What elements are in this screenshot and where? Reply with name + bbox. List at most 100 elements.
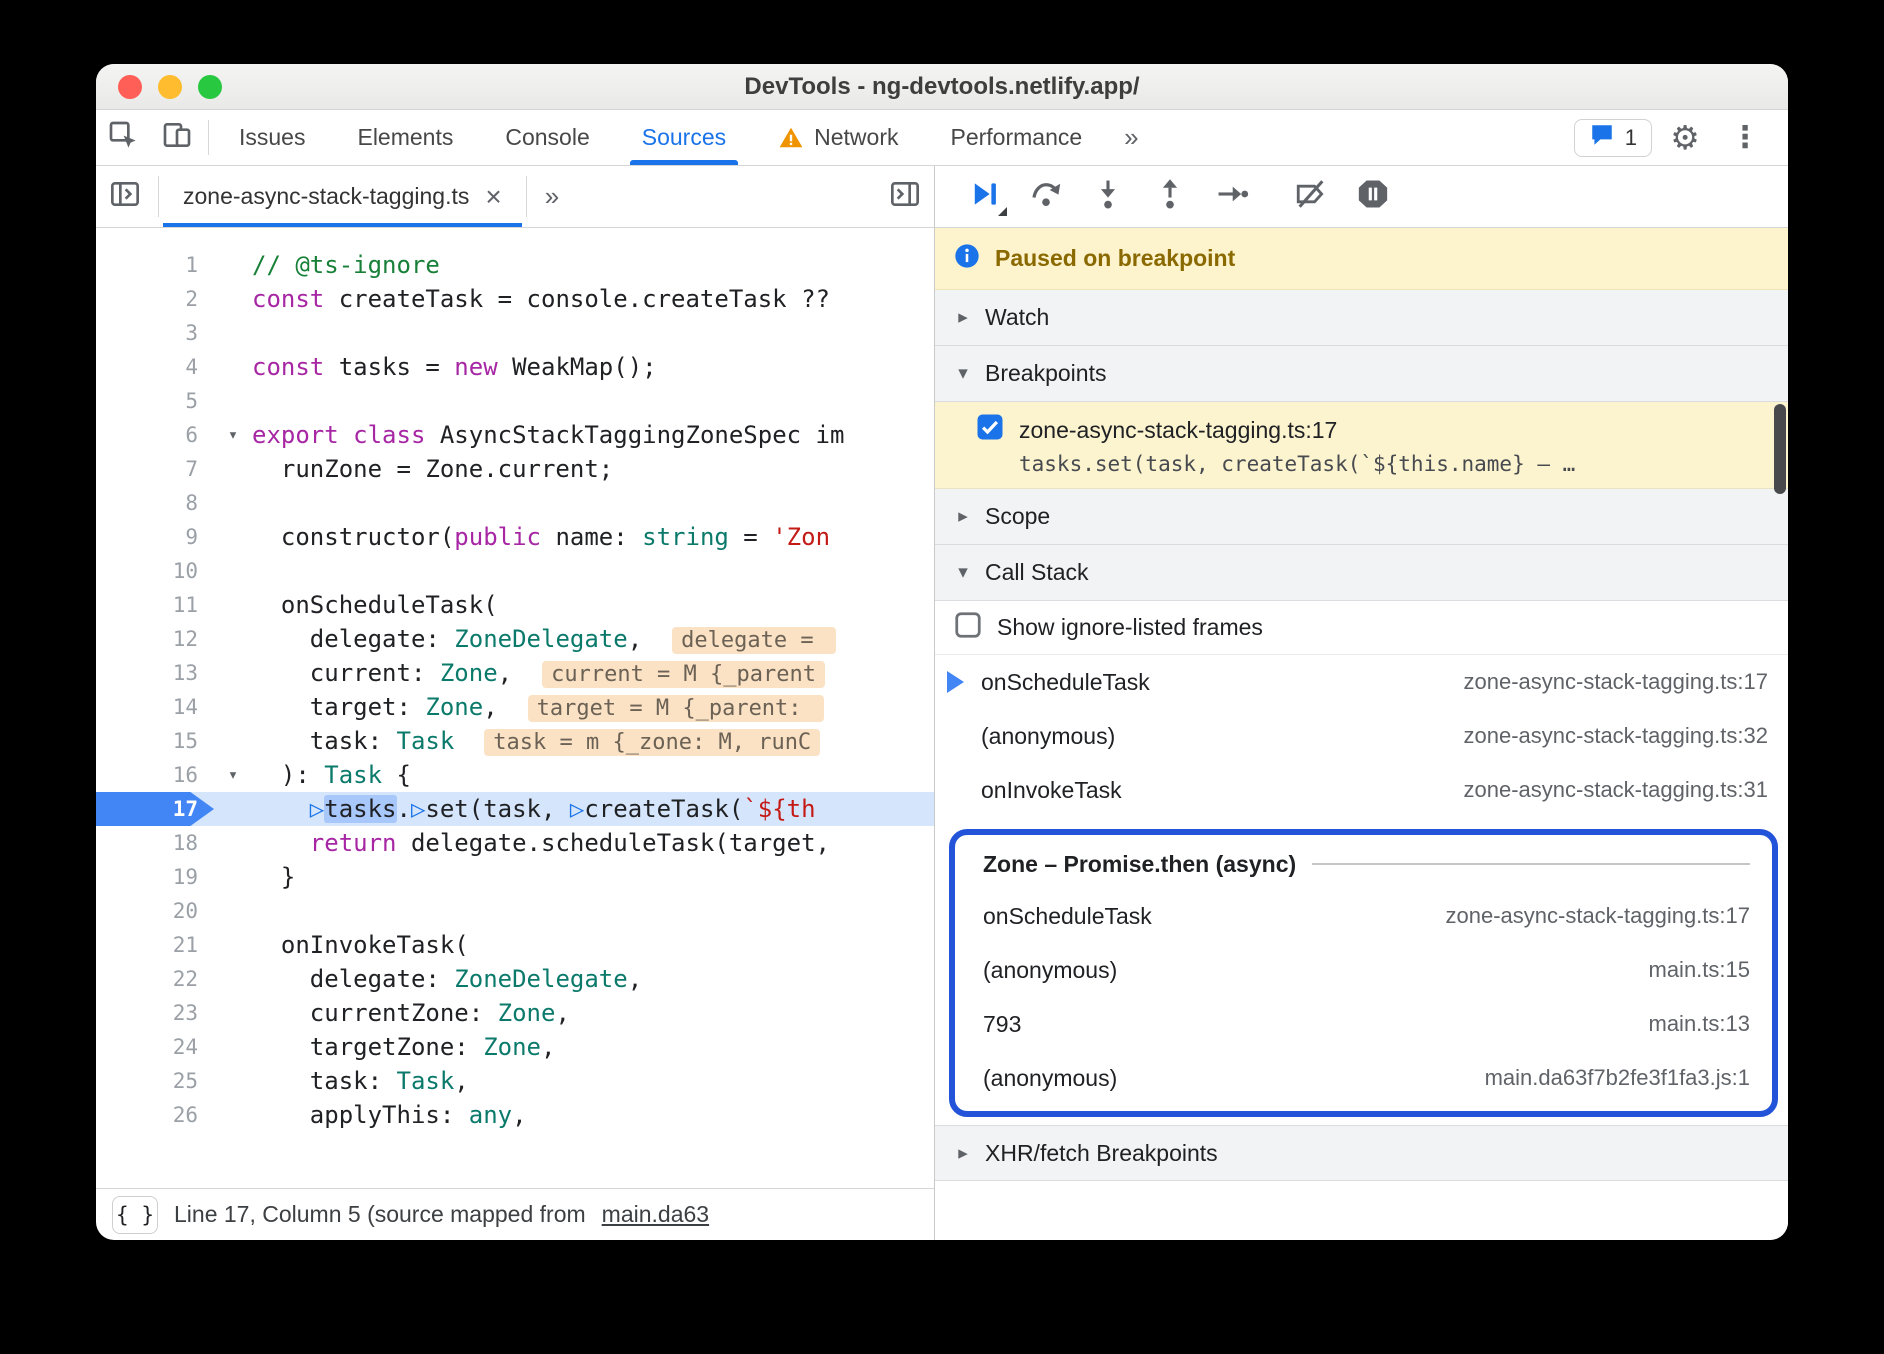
step-over-button[interactable]	[1019, 174, 1073, 220]
inspect-element-button[interactable]	[96, 110, 150, 165]
file-tab[interactable]: zone-async-stack-tagging.ts ×	[163, 166, 522, 227]
deactivate-breakpoints-button[interactable]	[1284, 174, 1338, 220]
navigator-toggle-button[interactable]	[96, 166, 154, 227]
line-number[interactable]: 20	[96, 894, 214, 928]
fold-spacer	[214, 588, 252, 622]
code-text	[252, 894, 934, 928]
code-line-7: 7 runZone = Zone.current;	[96, 452, 934, 486]
stack-frame[interactable]: (anonymous)main.ts:15	[955, 943, 1772, 997]
line-number[interactable]: 21	[96, 928, 214, 962]
line-number[interactable]: 5	[96, 384, 214, 418]
tab-sources[interactable]: Sources	[616, 110, 752, 165]
line-number[interactable]: 6	[96, 418, 214, 452]
more-panels-chevron[interactable]: »	[1108, 110, 1154, 165]
execution-line-number[interactable]: 17	[96, 792, 214, 826]
step-marker-icon[interactable]: ▷	[310, 795, 324, 823]
code-text	[252, 316, 934, 350]
close-tab-icon[interactable]: ×	[485, 183, 501, 211]
source-map-link[interactable]: main.da63	[602, 1201, 709, 1228]
checkbox-unchecked-icon[interactable]	[953, 610, 983, 646]
line-number[interactable]: 23	[96, 996, 214, 1030]
code-token: task:	[252, 727, 397, 755]
tab-performance[interactable]: Performance	[924, 110, 1108, 165]
line-number[interactable]: 4	[96, 350, 214, 384]
step-icon	[1215, 177, 1249, 216]
fold-spacer	[214, 928, 252, 962]
section-watch[interactable]: ▸ Watch	[935, 290, 1788, 346]
step-out-button[interactable]	[1143, 174, 1197, 220]
tab-network[interactable]: Network	[752, 110, 924, 165]
step-into-button[interactable]	[1081, 174, 1135, 220]
tab-label: Console	[505, 124, 589, 151]
minimize-window-button[interactable]	[158, 75, 182, 99]
line-number[interactable]: 2	[96, 282, 214, 316]
step-marker-icon[interactable]: ▷	[570, 795, 584, 823]
line-number[interactable]: 15	[96, 724, 214, 758]
fold-arrow-icon[interactable]: ▾	[214, 758, 252, 792]
code-token: public	[454, 523, 541, 551]
code-editor[interactable]: 1// @ts-ignore2const createTask = consol…	[96, 228, 934, 1188]
tab-console[interactable]: Console	[479, 110, 615, 165]
line-number[interactable]: 22	[96, 962, 214, 996]
line-number[interactable]: 10	[96, 554, 214, 588]
settings-button[interactable]: ⚙	[1658, 118, 1712, 157]
stack-frame[interactable]: onInvokeTaskzone-async-stack-tagging.ts:…	[935, 763, 1788, 817]
code-text: task: Task,	[252, 1064, 934, 1098]
traffic-lights	[118, 64, 222, 109]
line-number[interactable]: 13	[96, 656, 214, 690]
line-number[interactable]: 24	[96, 1030, 214, 1064]
line-number[interactable]: 19	[96, 860, 214, 894]
section-breakpoints[interactable]: ▾ Breakpoints	[935, 346, 1788, 402]
pretty-print-button[interactable]: { }	[112, 1196, 158, 1234]
resume-button[interactable]	[957, 174, 1011, 220]
line-number[interactable]: 12	[96, 622, 214, 656]
section-call-stack[interactable]: ▾ Call Stack	[935, 545, 1788, 601]
step-marker-icon[interactable]: ▷	[411, 795, 425, 823]
line-number[interactable]: 25	[96, 1064, 214, 1098]
tab-elements[interactable]: Elements	[331, 110, 479, 165]
pause-on-exceptions-button[interactable]	[1346, 174, 1400, 220]
chat-bubble-icon	[1589, 122, 1615, 154]
line-number[interactable]: 9	[96, 520, 214, 554]
line-number[interactable]: 16	[96, 758, 214, 792]
main-menu-button[interactable]: ⋮	[1718, 120, 1772, 155]
code-line-15: 15 task: Tasktask = m {_zone: M, runC	[96, 724, 934, 758]
stack-frame[interactable]: (anonymous)main.da63f7b2fe3f1fa3.js:1	[955, 1051, 1772, 1105]
code-token: tasks	[324, 795, 396, 823]
stack-frame[interactable]: onScheduleTaskzone-async-stack-tagging.t…	[955, 889, 1772, 943]
fold-spacer	[214, 554, 252, 588]
scrollbar-thumb[interactable]	[1774, 404, 1786, 494]
more-tabs-chevron[interactable]: »	[531, 166, 573, 227]
line-number[interactable]: 18	[96, 826, 214, 860]
toggle-debugger-sidebar-button[interactable]	[876, 166, 934, 227]
breakpoint-entry[interactable]: zone-async-stack-tagging.ts:17 tasks.set…	[935, 402, 1788, 489]
section-xhr-breakpoints[interactable]: ▸ XHR/fetch Breakpoints	[935, 1125, 1788, 1181]
line-number[interactable]: 11	[96, 588, 214, 622]
stack-frame[interactable]: onScheduleTaskzone-async-stack-tagging.t…	[935, 655, 1788, 709]
line-number[interactable]: 7	[96, 452, 214, 486]
stack-frame[interactable]: 793main.ts:13	[955, 997, 1772, 1051]
code-line-17: 17 ▷tasks.▷set(task, ▷createTask(`${th	[96, 792, 934, 826]
frame-location: zone-async-stack-tagging.ts:17	[1426, 903, 1751, 929]
line-number[interactable]: 14	[96, 690, 214, 724]
stack-frame[interactable]: (anonymous)zone-async-stack-tagging.ts:3…	[935, 709, 1788, 763]
section-scope[interactable]: ▸ Scope	[935, 489, 1788, 545]
line-number[interactable]: 8	[96, 486, 214, 520]
line-number[interactable]: 26	[96, 1098, 214, 1132]
fold-spacer	[214, 792, 252, 826]
code-text: export class AsyncStackTaggingZoneSpec i…	[252, 418, 934, 452]
line-number[interactable]: 3	[96, 316, 214, 350]
fold-arrow-icon[interactable]: ▾	[214, 418, 252, 452]
line-number[interactable]: 1	[96, 248, 214, 282]
step-button[interactable]	[1205, 174, 1259, 220]
show-ignore-listed-toggle[interactable]: Show ignore-listed frames	[935, 601, 1788, 655]
checkbox-checked-icon[interactable]	[975, 412, 1005, 448]
zoom-window-button[interactable]	[198, 75, 222, 99]
tab-issues[interactable]: Issues	[213, 110, 331, 165]
console-messages-button[interactable]: 1	[1574, 119, 1652, 157]
device-toolbar-button[interactable]	[150, 110, 204, 165]
main-toolbar-tabs: IssuesElements Console SourcesNetworkPerfo…	[213, 110, 1108, 165]
close-window-button[interactable]	[118, 75, 142, 99]
code-line-23: 23 currentZone: Zone,	[96, 996, 934, 1030]
code-token: // @ts-ignore	[252, 251, 440, 279]
